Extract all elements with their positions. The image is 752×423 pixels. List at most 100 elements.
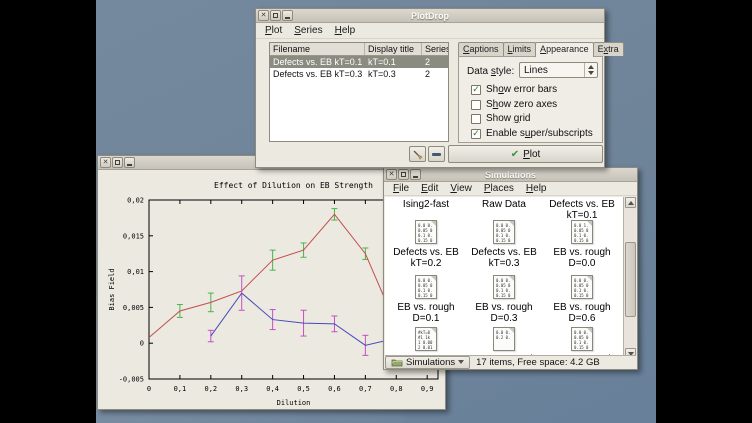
plotdrop-content: Filename Display title Series Defects vs… [256, 40, 604, 167]
menu-places[interactable]: Places [478, 182, 520, 195]
menu-view[interactable]: View [444, 182, 478, 195]
close-icon[interactable]: ✕ [100, 157, 111, 168]
file-icon: 0.0 1. 0.05 0 0.1 0. 0.15 0 [571, 220, 593, 244]
scroll-up-icon[interactable] [625, 197, 636, 208]
column-header-display-title[interactable]: Display title [365, 43, 422, 55]
table-row[interactable]: Defects vs. EB kT=0.3 kT=0.3 2 [270, 68, 448, 80]
minimize-icon[interactable] [282, 10, 293, 21]
file-icon: 0.0 0. 0.05 0 0.1 0. 0.15 0 [493, 220, 515, 244]
file-item[interactable]: Defects vs. EB kT=0.1 [545, 199, 619, 221]
checkbox-show-zero-axes[interactable]: Show zero axes [471, 99, 557, 110]
file-icon: 0.0 0. 0.05 0 0.1 0. 0.15 0 [493, 275, 515, 299]
svg-text:0,005: 0,005 [123, 304, 144, 312]
tab-captions[interactable]: Captions [458, 42, 504, 56]
menu-help[interactable]: Help [520, 182, 553, 195]
menu-help[interactable]: Help [329, 24, 362, 37]
vertical-scrollbar[interactable] [623, 197, 636, 359]
svg-text:0,02: 0,02 [127, 197, 144, 205]
simulations-statusbar: Simulations 17 items, Free space: 4.2 GB [385, 355, 636, 368]
location-label: Simulations [406, 357, 455, 368]
svg-text:0,9: 0,9 [421, 385, 434, 393]
file-item[interactable]: 0.0 0. 0.05 0 0.1 0. 0.15 0 EB vs. rough… [467, 275, 541, 324]
column-header-series[interactable]: Series [422, 43, 448, 55]
svg-text:0,01: 0,01 [127, 268, 144, 276]
minimize-icon[interactable] [410, 169, 421, 180]
maximize-icon[interactable] [112, 157, 123, 168]
screen: ✕ 00,10,20,30,40,50,60,70,80,9-0,00500,0… [0, 0, 752, 423]
file-item[interactable]: 0.0 1. 0.05 0 0.1 0. 0.15 0 EB vs. rough… [545, 220, 619, 269]
file-item[interactable]: 0.0 0. 0.05 0 0.1 0. 0.15 0 EB vs. rough… [389, 275, 463, 324]
close-icon[interactable]: ✕ [386, 169, 397, 180]
file-item[interactable]: 0.0 0. 0.05 0 0.1 0. 0.15 0 Defects vs. … [467, 220, 541, 269]
file-item[interactable]: 0.0 0. 0.05 0 0.1 0. 0.15 0 EB vs. rough… [545, 275, 619, 324]
file-item[interactable]: Ising2-fast [389, 199, 463, 210]
column-header-filename[interactable]: Filename [270, 43, 365, 55]
plotdrop-titlebar[interactable]: ✕ PlotDrop [256, 9, 604, 23]
data-style-value: Lines [520, 65, 584, 76]
svg-text:0,3: 0,3 [235, 385, 248, 393]
table-header: Filename Display title Series [270, 43, 448, 56]
svg-text:0,6: 0,6 [328, 385, 341, 393]
checkbox-icon: ✓ [471, 85, 481, 95]
combo-arrows-icon [584, 63, 597, 77]
folder-icon [391, 358, 403, 367]
checkbox-icon: ✓ [471, 129, 481, 139]
scrollbar-thumb[interactable] [625, 242, 636, 317]
simulations-titlebar[interactable]: ✕ Simulations [384, 168, 637, 182]
svg-text:-0,005: -0,005 [119, 376, 144, 384]
plotdrop-menubar: Plot Series Help [256, 23, 604, 39]
appearance-panel: Data style: Lines ✓ Show error bars Show… [458, 56, 603, 143]
tab-limits[interactable]: Limits [503, 42, 537, 56]
checkbox-icon [471, 114, 481, 124]
svg-text:0,2: 0,2 [204, 385, 217, 393]
file-icon: 0.0 0. 0.05 0 0.1 0. 0.15 0 [415, 220, 437, 244]
maximize-icon[interactable] [270, 10, 281, 21]
broom-icon [412, 149, 423, 160]
check-icon: ✔ [511, 149, 519, 160]
data-style-select[interactable]: Lines [519, 62, 598, 78]
maximize-icon[interactable] [398, 169, 409, 180]
location-button[interactable]: Simulations [385, 356, 470, 369]
checkbox-icon [471, 100, 481, 110]
file-item[interactable]: 0.0 0. 0.05 0 0.1 0. 0.15 0 Defects vs. … [389, 220, 463, 269]
tab-appearance[interactable]: Appearance [535, 42, 594, 57]
svg-text:Effect of Dilution on EB Stren: Effect of Dilution on EB Strength [214, 181, 373, 190]
remove-file-button[interactable] [428, 146, 445, 162]
status-info: 17 items, Free space: 4.2 GB [476, 357, 600, 368]
menu-edit[interactable]: Edit [415, 182, 444, 195]
file-icon: 0.0 0. 0.2 0. [493, 327, 515, 351]
menu-plot[interactable]: Plot [259, 24, 288, 37]
clear-list-button[interactable] [409, 146, 426, 162]
checkbox-enable-super-subscripts[interactable]: ✓ Enable super/subscripts [471, 128, 593, 139]
file-item[interactable]: Raw Data [467, 199, 541, 210]
tab-extra[interactable]: Extra [593, 42, 624, 56]
plotdrop-title: PlotDrop [256, 11, 604, 21]
data-style-label: Data style: [467, 66, 514, 77]
svg-text:0,4: 0,4 [266, 385, 279, 393]
minus-icon [432, 153, 441, 156]
svg-text:Dilution: Dilution [277, 399, 311, 407]
settings-tabs: Captions Limits Appearance Extra [458, 42, 623, 56]
plot-button[interactable]: ✔ Plot [448, 145, 603, 163]
plotdrop-window: ✕ PlotDrop Plot Series Help Filename Dis… [255, 8, 605, 168]
file-grid: Ising2-fast Raw Data Defects vs. EB kT=0… [385, 197, 636, 359]
simulations-title: Simulations [384, 170, 637, 180]
svg-text:0,1: 0,1 [174, 385, 187, 393]
chevron-down-icon [458, 360, 464, 364]
table-row[interactable]: Defects vs. EB kT=0.1 kT=0.1 2 [270, 56, 448, 68]
minimize-icon[interactable] [124, 157, 135, 168]
checkbox-show-error-bars[interactable]: ✓ Show error bars [471, 84, 557, 95]
menu-file[interactable]: File [387, 182, 415, 195]
svg-text:0,5: 0,5 [297, 385, 310, 393]
svg-text:0: 0 [147, 385, 151, 393]
simulations-menubar: File Edit View Places Help [384, 182, 637, 196]
checkbox-show-grid[interactable]: Show grid [471, 113, 530, 124]
file-icon: 0.0 0. 0.05 0 0.1 0. 0.15 0 [571, 275, 593, 299]
file-icon: 0.0 0. 0.05 0 0.1 0. 0.15 0 [571, 327, 593, 351]
svg-text:0,7: 0,7 [359, 385, 372, 393]
menu-series[interactable]: Series [288, 24, 328, 37]
svg-text:0,8: 0,8 [390, 385, 403, 393]
close-icon[interactable]: ✕ [258, 10, 269, 21]
file-icon: 0.0 0. 0.05 0 0.1 0. 0.15 0 [415, 275, 437, 299]
svg-text:Bias Field: Bias Field [108, 268, 116, 310]
